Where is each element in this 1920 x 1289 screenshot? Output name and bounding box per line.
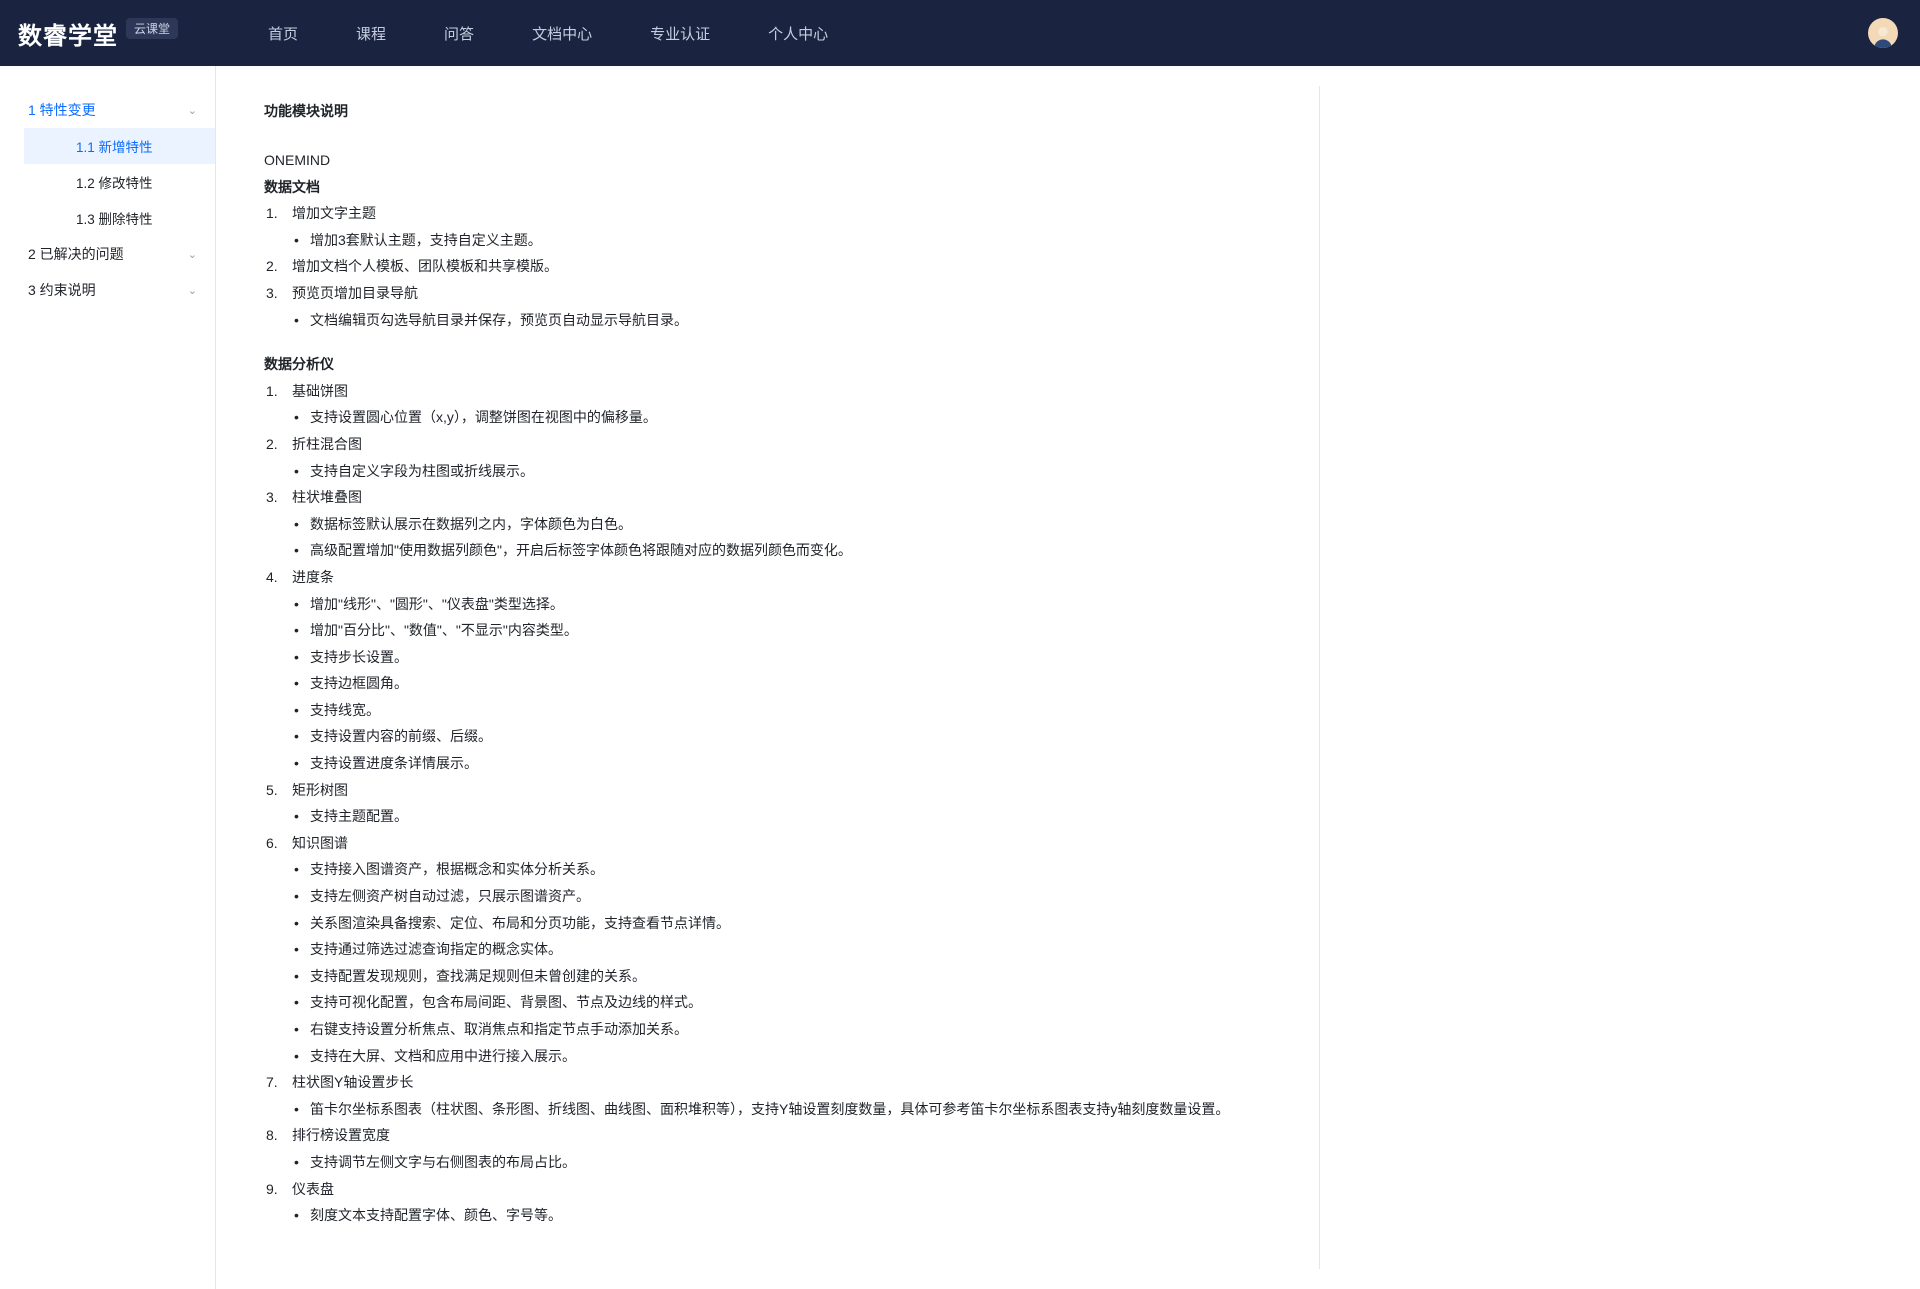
list-sub-item: 支持设置圆心位置（x,y），调整饼图在视图中的偏移量。 [292, 404, 1276, 431]
list-sub-item: 支持设置内容的前缀、后缀。 [292, 723, 1276, 750]
list-sub-item: 笛卡尔坐标系图表（柱状图、条形图、折线图、曲线图、面积堆积等），支持Y轴设置刻度… [292, 1096, 1276, 1123]
list-item-text: 预览页增加目录导航 [292, 285, 418, 301]
toc-item-label: 2 已解决的问题 [28, 244, 124, 264]
list-sub-item: 支持接入图谱资产，根据概念和实体分析关系。 [292, 856, 1276, 883]
list-sub-item: 增加"线形"、"圆形"、"仪表盘"类型选择。 [292, 591, 1276, 618]
list-item-text: 进度条 [292, 569, 334, 585]
list-item: 预览页增加目录导航 文档编辑页勾选导航目录并保存，预览页自动显示导航目录。 [264, 280, 1276, 333]
doc-title: 功能模块说明 [264, 101, 1276, 121]
list-item: 知识图谱 支持接入图谱资产，根据概念和实体分析关系。 支持左侧资产树自动过滤，只… [264, 830, 1276, 1069]
user-icon [1870, 22, 1896, 48]
list-item: 仪表盘 刻度文本支持配置字体、颜色、字号等。 [264, 1176, 1276, 1229]
list-item-text: 柱状图Y轴设置步长 [292, 1074, 413, 1090]
chevron-down-icon: ⌄ [188, 104, 197, 117]
list-sub-item: 右键支持设置分析焦点、取消焦点和指定节点手动添加关系。 [292, 1016, 1276, 1043]
top-nav: 首页 课程 问答 文档中心 专业认证 个人中心 [268, 23, 828, 44]
section-data-doc: 数据文档 [264, 174, 1276, 201]
list-sub-item: 支持主题配置。 [292, 803, 1276, 830]
list-sub-item: 支持调节左侧文字与右侧图表的布局占比。 [292, 1149, 1276, 1176]
list-item: 增加文字主题 增加3套默认主题，支持自定义主题。 [264, 200, 1276, 253]
section-data-analyzer: 数据分析仪 [264, 351, 1276, 378]
list-sub-item: 数据标签默认展示在数据列之内，字体颜色为白色。 [292, 511, 1276, 538]
list-item-text: 排行榜设置宽度 [292, 1127, 390, 1143]
list-sub-item: 增加"百分比"、"数值"、"不显示"内容类型。 [292, 617, 1276, 644]
list-item-text: 仪表盘 [292, 1181, 334, 1197]
section2-list: 基础饼图 支持设置圆心位置（x,y），调整饼图在视图中的偏移量。 折柱混合图 支… [264, 378, 1276, 1229]
toc-item-label: 1.3 删除特性 [76, 208, 153, 228]
list-sub-item: 支持在大屏、文档和应用中进行接入展示。 [292, 1043, 1276, 1070]
list-item: 进度条 增加"线形"、"圆形"、"仪表盘"类型选择。 增加"百分比"、"数值"、… [264, 564, 1276, 777]
toc-item-3[interactable]: 3 约束说明 ⌄ [0, 272, 215, 308]
toc-item-1-3[interactable]: 1.3 删除特性 [24, 200, 215, 236]
chevron-down-icon: ⌄ [188, 284, 197, 297]
list-item-text: 增加文字主题 [292, 205, 376, 221]
list-sub-item: 高级配置增加"使用数据列颜色"，开启后标签字体颜色将跟随对应的数据列颜色而变化。 [292, 537, 1276, 564]
list-sub-item: 支持自定义字段为柱图或折线展示。 [292, 458, 1276, 485]
list-sub-item: 增加3套默认主题，支持自定义主题。 [292, 227, 1276, 254]
logo-group: 数睿学堂 云课堂 [18, 16, 178, 51]
list-sub-item: 支持可视化配置，包含布局间距、背景图、节点及边线的样式。 [292, 989, 1276, 1016]
list-item-text: 知识图谱 [292, 835, 348, 851]
nav-qa[interactable]: 问答 [444, 23, 474, 44]
toc-item-label: 1.2 修改特性 [76, 172, 153, 192]
nav-docs[interactable]: 文档中心 [532, 23, 592, 44]
list-item: 柱状图Y轴设置步长 笛卡尔坐标系图表（柱状图、条形图、折线图、曲线图、面积堆积等… [264, 1069, 1276, 1122]
avatar[interactable] [1868, 18, 1898, 48]
logo-text: 数睿学堂 [18, 16, 118, 51]
toc-item-1[interactable]: 1 特性变更 ⌄ [0, 92, 215, 128]
section1-list: 增加文字主题 增加3套默认主题，支持自定义主题。 增加文档个人模板、团队模板和共… [264, 200, 1276, 333]
list-item-text: 柱状堆叠图 [292, 489, 362, 505]
list-item: 排行榜设置宽度 支持调节左侧文字与右侧图表的布局占比。 [264, 1122, 1276, 1175]
toc-item-2[interactable]: 2 已解决的问题 ⌄ [0, 236, 215, 272]
list-item-text: 折柱混合图 [292, 436, 362, 452]
list-sub-item: 支持线宽。 [292, 697, 1276, 724]
toc-item-1-1[interactable]: 1.1 新增特性 [24, 128, 215, 164]
app-header: 数睿学堂 云课堂 首页 课程 问答 文档中心 专业认证 个人中心 [0, 0, 1920, 66]
document-content: 功能模块说明 ONEMIND 数据文档 增加文字主题 增加3套默认主题，支持自定… [220, 66, 1320, 1289]
list-item: 折柱混合图 支持自定义字段为柱图或折线展示。 [264, 431, 1276, 484]
toc-item-label: 1.1 新增特性 [76, 136, 153, 156]
toc-sub-1: 1.1 新增特性 1.2 修改特性 1.3 删除特性 [0, 128, 215, 236]
list-sub-item: 支持设置进度条详情展示。 [292, 750, 1276, 777]
logo-tag: 云课堂 [126, 18, 178, 39]
toc-item-1-2[interactable]: 1.2 修改特性 [24, 164, 215, 200]
nav-home[interactable]: 首页 [268, 23, 298, 44]
line-onemind: ONEMIND [264, 147, 1276, 174]
toc-sidebar: 1 特性变更 ⌄ 1.1 新增特性 1.2 修改特性 1.3 删除特性 2 已解… [0, 66, 216, 1289]
toc-item-label: 3 约束说明 [28, 280, 96, 300]
list-sub-item: 文档编辑页勾选导航目录并保存，预览页自动显示导航目录。 [292, 307, 1276, 334]
list-sub-item: 支持步长设置。 [292, 644, 1276, 671]
nav-course[interactable]: 课程 [356, 23, 386, 44]
list-sub-item: 支持配置发现规则，查找满足规则但未曾创建的关系。 [292, 963, 1276, 990]
list-item: 矩形树图 支持主题配置。 [264, 777, 1276, 830]
toc-item-label: 1 特性变更 [28, 100, 96, 120]
chevron-down-icon: ⌄ [188, 248, 197, 261]
list-sub-item: 关系图渲染具备搜索、定位、布局和分页功能，支持查看节点详情。 [292, 910, 1276, 937]
list-sub-item: 刻度文本支持配置字体、颜色、字号等。 [292, 1202, 1276, 1229]
list-item: 柱状堆叠图 数据标签默认展示在数据列之内，字体颜色为白色。 高级配置增加"使用数… [264, 484, 1276, 564]
doc-body: ONEMIND 数据文档 增加文字主题 增加3套默认主题，支持自定义主题。 增加… [264, 147, 1276, 1229]
nav-profile[interactable]: 个人中心 [768, 23, 828, 44]
list-item: 基础饼图 支持设置圆心位置（x,y），调整饼图在视图中的偏移量。 [264, 378, 1276, 431]
list-sub-item: 支持通过筛选过滤查询指定的概念实体。 [292, 936, 1276, 963]
list-item: 增加文档个人模板、团队模板和共享模版。 [264, 253, 1276, 280]
list-sub-item: 支持边框圆角。 [292, 670, 1276, 697]
list-item-text: 基础饼图 [292, 383, 348, 399]
list-sub-item: 支持左侧资产树自动过滤，只展示图谱资产。 [292, 883, 1276, 910]
nav-cert[interactable]: 专业认证 [650, 23, 710, 44]
list-item-text: 矩形树图 [292, 782, 348, 798]
